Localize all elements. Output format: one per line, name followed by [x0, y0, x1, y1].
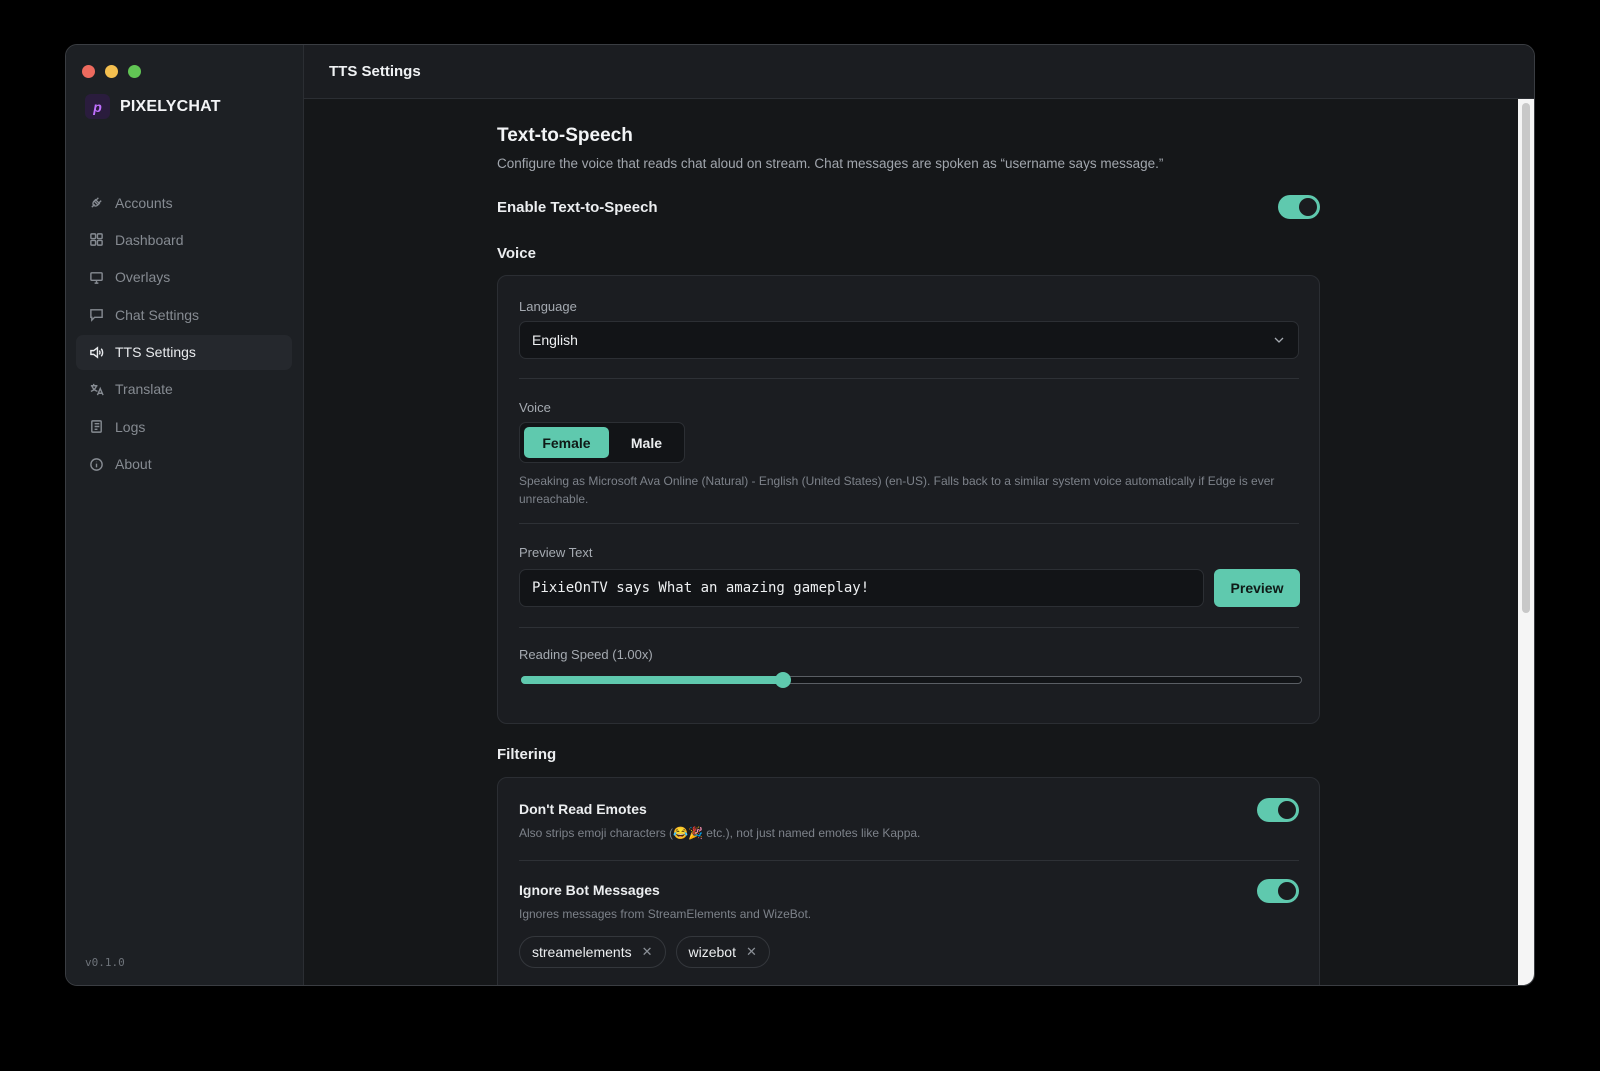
translate-icon — [88, 381, 104, 397]
sidebar-item-label: TTS Settings — [115, 344, 196, 361]
page-header: TTS Settings — [304, 45, 1534, 99]
main-content: Text-to-Speech Configure the voice that … — [304, 99, 1534, 985]
content-scrollbar[interactable] — [1518, 99, 1534, 985]
voice-section-title: Voice — [497, 245, 536, 262]
sidebar-item-label: Accounts — [115, 194, 173, 211]
voice-label: Voice — [519, 400, 551, 415]
filtering-section-title: Filtering — [497, 746, 557, 763]
remove-chip-icon[interactable]: ✕ — [642, 944, 653, 960]
reading-speed-label: Reading Speed (1.00x) — [519, 647, 653, 662]
maximize-window-button[interactable] — [128, 65, 141, 78]
close-window-button[interactable] — [82, 65, 95, 78]
ignore-bot-messages-title: Ignore Bot Messages — [519, 882, 660, 898]
language-select[interactable]: English — [519, 321, 1299, 359]
ignore-bot-messages-row: Ignore Bot Messages Ignores messages fro… — [519, 879, 1299, 921]
remove-chip-icon[interactable]: ✕ — [746, 944, 757, 960]
minimize-window-button[interactable] — [105, 65, 118, 78]
language-label: Language — [519, 299, 577, 314]
brand-name: PIXELYCHAT — [120, 97, 221, 115]
toggle-knob — [1278, 801, 1296, 819]
language-value: English — [532, 332, 578, 348]
speaker-icon — [88, 344, 104, 360]
bot-chip-label: streamelements — [532, 944, 632, 960]
reading-speed-slider[interactable] — [521, 672, 1302, 688]
bot-chip: streamelements ✕ — [519, 936, 666, 968]
grid-icon — [88, 232, 104, 248]
enable-tts-row: Enable Text-to-Speech — [497, 192, 1320, 222]
bot-chip: wizebot ✕ — [675, 936, 770, 968]
bot-chip-list: streamelements ✕ wizebot ✕ — [519, 936, 770, 968]
page-title: TTS Settings — [329, 63, 421, 80]
voice-card: Language English Voice Female Male Speak… — [497, 275, 1320, 724]
window-controls — [82, 65, 141, 78]
dont-read-emotes-title: Don't Read Emotes — [519, 801, 647, 817]
chevron-down-icon — [1274, 337, 1284, 343]
sidebar-item-label: Chat Settings — [115, 306, 200, 323]
voice-female-button[interactable]: Female — [524, 427, 609, 458]
sidebar-item-about[interactable]: About — [76, 447, 292, 482]
dont-read-emotes-desc: Also strips emoji characters (😂🎉 etc.), … — [519, 826, 921, 840]
sidebar-item-accounts[interactable]: Accounts — [76, 185, 292, 220]
divider — [519, 860, 1299, 861]
sidebar-item-label: Translate — [115, 381, 173, 398]
sidebar-item-chat-settings[interactable]: Chat Settings — [76, 297, 292, 332]
sidebar-item-translate[interactable]: Translate — [76, 372, 292, 407]
sidebar-item-label: Dashboard — [115, 231, 184, 248]
pixelychat-logo-icon: p — [85, 94, 110, 119]
sidebar-item-label: Logs — [115, 418, 146, 435]
slider-thumb[interactable] — [775, 672, 792, 688]
dont-read-emotes-toggle[interactable] — [1257, 798, 1299, 822]
divider — [519, 378, 1299, 379]
enable-tts-label: Enable Text-to-Speech — [497, 198, 658, 216]
preview-text-input[interactable]: PixieOnTV says What an amazing gameplay! — [519, 569, 1204, 607]
divider — [519, 627, 1299, 628]
logs-icon — [88, 419, 104, 435]
scrollbar-thumb[interactable] — [1522, 103, 1530, 613]
brand: p PIXELYCHAT — [85, 94, 221, 119]
sidebar-item-dashboard[interactable]: Dashboard — [76, 222, 292, 257]
ignore-bot-messages-toggle[interactable] — [1257, 879, 1299, 903]
slider-fill — [521, 676, 784, 684]
sidebar-item-logs[interactable]: Logs — [76, 409, 292, 444]
app-version: v0.1.0 — [85, 956, 125, 969]
toggle-knob — [1299, 198, 1317, 216]
preview-text-label: Preview Text — [519, 545, 593, 560]
voice-gender-toggle: Female Male — [519, 422, 685, 463]
plug-icon — [88, 195, 104, 211]
sidebar-item-overlays[interactable]: Overlays — [76, 260, 292, 295]
tts-description: Configure the voice that reads chat alou… — [497, 156, 1164, 171]
tts-heading: Text-to-Speech — [497, 125, 633, 146]
voice-hint: Speaking as Microsoft Ava Online (Natura… — [519, 474, 1275, 506]
sidebar: p PIXELYCHAT Accounts Dashboard Overlays… — [66, 45, 304, 985]
monitor-icon — [88, 269, 104, 285]
info-icon — [88, 456, 104, 472]
enable-tts-toggle[interactable] — [1278, 195, 1320, 219]
sidebar-item-label: Overlays — [115, 269, 171, 286]
sidebar-item-label: About — [115, 456, 152, 473]
toggle-knob — [1278, 882, 1296, 900]
preview-button[interactable]: Preview — [1214, 569, 1300, 607]
voice-male-button[interactable]: Male — [613, 427, 680, 458]
divider — [519, 523, 1299, 524]
sidebar-nav: Accounts Dashboard Overlays Chat Setting… — [76, 185, 292, 484]
sidebar-item-tts-settings[interactable]: TTS Settings — [76, 334, 292, 370]
dont-read-emotes-row: Don't Read Emotes Also strips emoji char… — [519, 798, 1299, 840]
ignore-bot-messages-desc: Ignores messages from StreamElements and… — [519, 907, 812, 921]
bot-chip-label: wizebot — [688, 944, 736, 960]
app-window: p PIXELYCHAT Accounts Dashboard Overlays… — [65, 44, 1535, 986]
filtering-card: Don't Read Emotes Also strips emoji char… — [497, 777, 1320, 985]
chat-icon — [88, 307, 104, 323]
